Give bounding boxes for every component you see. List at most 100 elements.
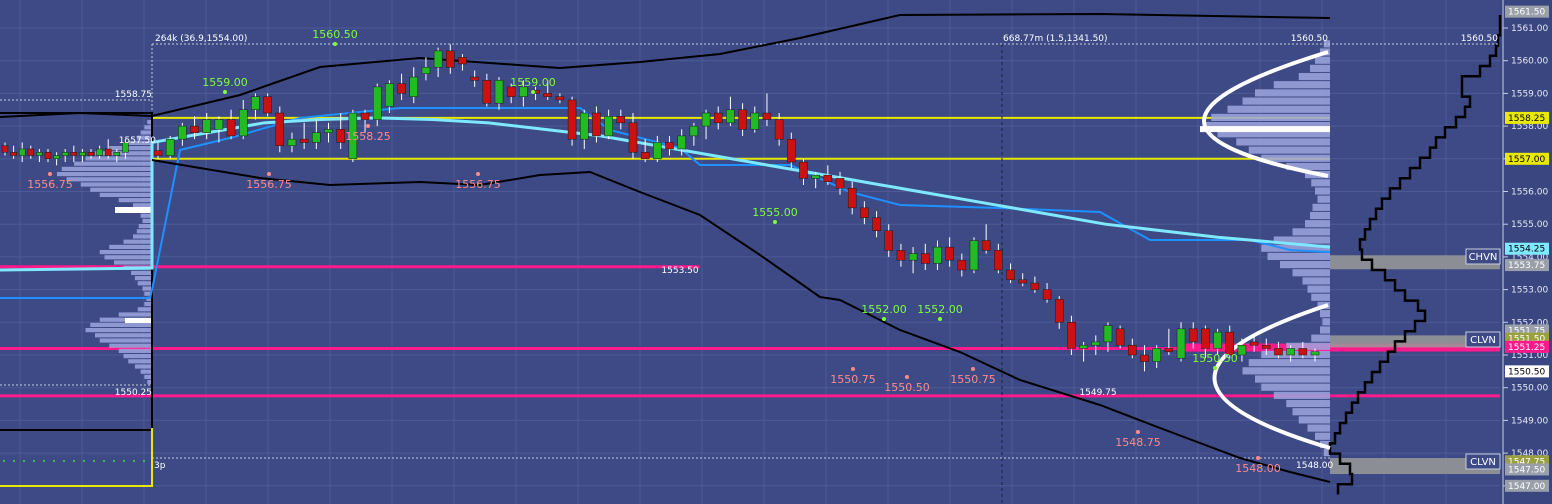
profile-bar-prev	[90, 322, 152, 327]
profile-bar-prev	[99, 338, 152, 343]
profile-bar-prev	[134, 364, 152, 369]
profile-bar-prev	[109, 343, 152, 348]
swing-low-label: 1556.75	[455, 178, 501, 191]
profile-bar	[1298, 72, 1330, 81]
swing-low-marker	[1136, 430, 1140, 434]
profile-bar	[1280, 260, 1330, 269]
candle	[847, 187, 857, 209]
candle	[165, 138, 175, 156]
candle-prev	[36, 152, 43, 156]
candle	[1152, 348, 1161, 362]
profile-bar	[1227, 105, 1330, 113]
profile-bar	[1311, 179, 1330, 187]
green-dot	[73, 460, 75, 462]
candle-prev	[61, 152, 69, 156]
candle	[385, 83, 394, 107]
profile-bar-prev	[61, 166, 152, 171]
profile-bar	[1211, 113, 1330, 122]
candle	[811, 174, 820, 179]
candle	[896, 250, 906, 261]
candle	[872, 217, 881, 231]
level-tag: CLVN	[1470, 457, 1496, 468]
profile-bar-prev	[66, 177, 152, 182]
profile-bar-prev	[133, 234, 152, 239]
profile-bar	[1236, 138, 1330, 146]
profile-bar	[1248, 146, 1330, 154]
candle	[555, 96, 565, 101]
candle	[994, 250, 1003, 271]
green-dot	[93, 460, 95, 462]
profile-bar-prev	[133, 203, 152, 208]
candle	[360, 112, 370, 120]
candle	[372, 86, 382, 120]
axis-badge-label: 1561.50	[1508, 8, 1545, 18]
axis-tick-label: 1560.00	[1511, 57, 1548, 67]
candle	[1213, 331, 1222, 349]
candle	[1286, 348, 1295, 356]
green-dot	[23, 460, 25, 462]
candle	[640, 152, 650, 160]
candle	[336, 129, 345, 143]
axis-tick-label: 1549.00	[1511, 416, 1548, 426]
level-tag: CHVN	[1469, 252, 1498, 263]
profile-bar	[1311, 293, 1330, 301]
candle	[1164, 348, 1174, 352]
candle	[957, 259, 967, 271]
profile-bar-prev	[118, 198, 152, 203]
candle	[1030, 282, 1040, 290]
profile-bar	[1242, 367, 1330, 375]
profile-bar-prev	[138, 224, 152, 229]
swing-high-label: 1550.50	[1192, 352, 1238, 365]
candle	[543, 93, 552, 97]
profile-bar-prev	[142, 286, 152, 291]
hvn-highlight-prev	[125, 318, 152, 323]
profile-bar	[1305, 220, 1330, 228]
profile-bar-prev	[144, 125, 152, 130]
axis-tick-label: 1550.00	[1511, 384, 1548, 394]
candle	[433, 50, 443, 68]
swing-low-marker	[48, 172, 52, 176]
profile-bar	[1298, 416, 1330, 424]
candle	[762, 112, 772, 120]
green-dot	[113, 460, 115, 462]
candle-prev	[79, 152, 86, 156]
swing-low-label: 1548.75	[1115, 436, 1161, 449]
green-dot	[43, 460, 45, 462]
profile-bar	[1255, 375, 1330, 383]
profile-bar-prev	[140, 369, 152, 374]
candle	[774, 119, 784, 140]
swing-low-label: 1553.50	[661, 266, 698, 276]
candle	[458, 57, 467, 65]
swing-high-label: 1555.00	[752, 206, 798, 219]
candle	[616, 116, 626, 124]
candle	[689, 125, 699, 137]
profile-bar	[1292, 269, 1330, 277]
profile-bar	[1307, 285, 1330, 293]
profile-bar-prev	[144, 302, 152, 307]
price-chart[interactable]: 264k (36.9,1554.00) 668.77m (1.5,1341.50)…	[0, 0, 1552, 504]
swing-low-label: 1548.00	[1235, 462, 1281, 475]
profile-bar	[1292, 228, 1330, 236]
candle	[190, 125, 199, 133]
axis-badge-label: 1551.25	[1508, 343, 1545, 353]
swing-high-marker	[333, 42, 337, 46]
green-dot	[33, 460, 35, 462]
candle	[908, 253, 918, 261]
candle	[421, 66, 431, 75]
candle	[1018, 279, 1027, 284]
axis-badge-label: 1547.00	[1508, 482, 1545, 492]
swing-low-marker	[476, 172, 480, 176]
swing-low-label: 1550.50	[884, 381, 930, 394]
candle	[1006, 269, 1015, 281]
axis-tick-label: 1556.00	[1511, 188, 1548, 198]
candle	[1091, 341, 1101, 346]
candle	[397, 83, 406, 94]
swing-low-label: 1549.75	[1079, 388, 1116, 398]
candle	[312, 132, 321, 143]
candle-prev	[113, 152, 121, 156]
candle	[1042, 289, 1052, 300]
profile-bar-prev	[85, 328, 152, 333]
candle	[860, 207, 869, 218]
profile-bar-prev	[128, 359, 152, 364]
swing-high-label: 1560.50	[312, 28, 358, 41]
